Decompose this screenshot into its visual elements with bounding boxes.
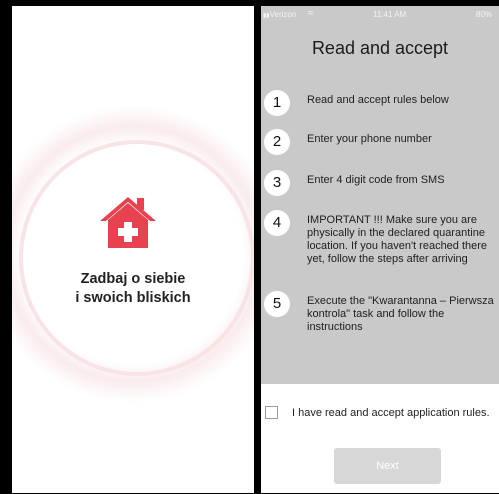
next-button[interactable]: Next [334,448,441,484]
step-number: 1 [264,90,290,116]
step-text: IMPORTANT !!! Make sure you are physical… [307,214,488,265]
house-medical-icon [100,197,156,248]
step-text: Execute the "Kwarantanna – Pierwsza kont… [307,295,494,333]
step-number: 5 [264,291,290,317]
status-bar: Verizon ≈ 11:41 AM 80% [261,6,499,24]
tagline-line-1: Zadbaj o siebie [80,271,186,287]
step-text: Enter 4 digit code from SMS [307,174,445,186]
accept-rules-checkbox[interactable] [265,406,278,419]
carrier-label: Verizon [263,10,297,19]
inner-ring [19,140,254,376]
battery-level: 80% [476,10,493,19]
page-title: Read and accept [311,38,449,58]
rules-screen: Verizon ≈ 11:41 AM 80% Read and accept 1… [261,6,499,493]
welcome-screen: Zadbaj o siebie i swoich bliskich [12,6,254,493]
status-time: 11:41 AM [373,10,407,19]
step-number: 3 [264,170,290,196]
step-number: 2 [264,129,290,155]
tagline-line-2: i swoich bliskich [75,290,191,306]
accept-panel: I have read and accept application rules… [261,384,499,493]
step-text: Enter your phone number [307,133,432,145]
step-number: 4 [264,210,290,236]
accept-rules-label[interactable]: I have read and accept application rules… [292,407,490,419]
step-text: Read and accept rules below [307,94,449,106]
wifi-icon: ≈ [308,8,314,19]
